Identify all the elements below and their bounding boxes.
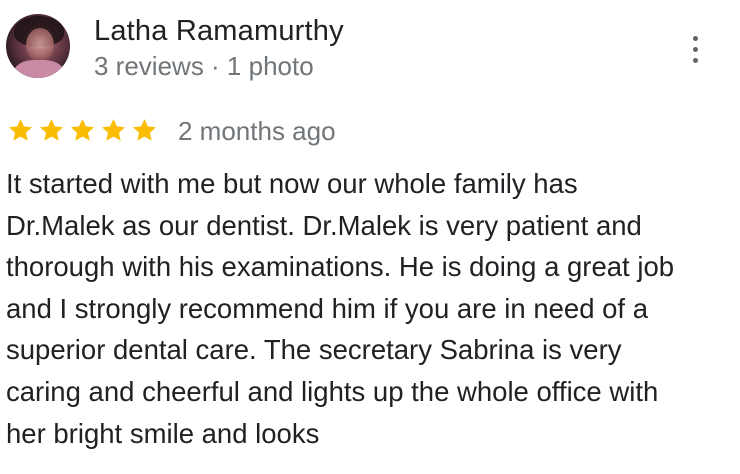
review-text-line: thorough with his examinations. He is do… — [6, 251, 675, 283]
avatar[interactable] — [6, 14, 70, 78]
review-text-line: Dr.Malek as our dentist. Dr.Malek is ver… — [6, 209, 642, 241]
avatar-face — [26, 28, 54, 62]
star-rating — [6, 116, 159, 148]
star-icon — [102, 119, 125, 141]
star-icon — [133, 119, 156, 141]
review-text-line: and I strongly recommend him if you are … — [6, 292, 649, 324]
author-meta: 3 reviews · 1 photo — [94, 51, 314, 81]
review-text-line: caring and cheerful and lights up the wh… — [6, 375, 659, 407]
review-text-line: superior dental care. The secretary Sabr… — [6, 334, 622, 366]
review-date: 2 months ago — [178, 116, 336, 146]
review-card: Latha Ramamurthy 3 reviews · 1 photo 2 m… — [0, 0, 740, 474]
author-name[interactable]: Latha Ramamurthy — [94, 15, 344, 48]
review-text-line: her bright smile and looks — [6, 417, 320, 449]
star-icon — [71, 119, 94, 141]
review-text-line: It started with me but now our whole fam… — [6, 168, 578, 199]
star-icon — [40, 119, 63, 141]
more-options-button[interactable] — [680, 32, 712, 68]
avatar-shirt — [14, 60, 64, 78]
star-icon — [9, 119, 32, 141]
review-text: It started with me but now our whole fam… — [6, 163, 731, 454]
